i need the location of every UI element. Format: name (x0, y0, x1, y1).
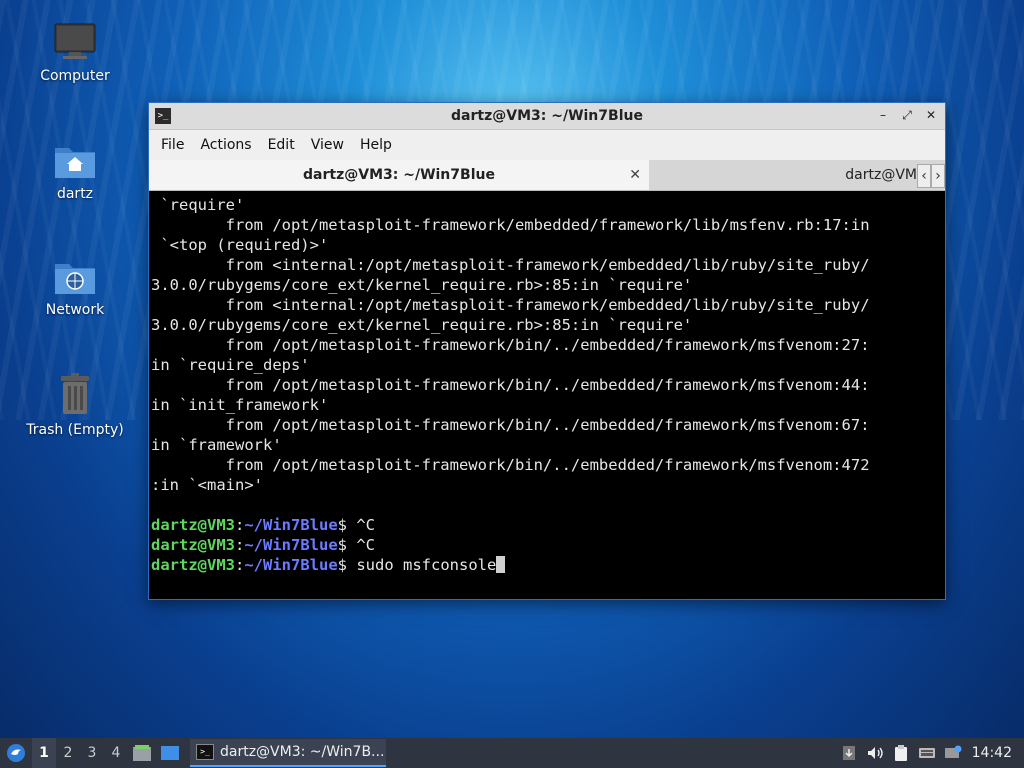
close-button[interactable]: ✕ (923, 107, 939, 123)
command-text: sudo msfconsole (356, 556, 497, 574)
prompt-path: ~/Win7Blue (244, 516, 338, 534)
prompt-path: ~/Win7Blue (244, 536, 338, 554)
terminal-line: from /opt/metasploit-framework/bin/../em… (151, 416, 870, 434)
terminal-window[interactable]: >_ dartz@VM3: ~/Win7Blue – ⤢ ✕ File Acti… (148, 102, 946, 600)
terminal-line: :in `<main>' (151, 476, 263, 494)
tab-active[interactable]: dartz@VM3: ~/Win7Blue ✕ (149, 160, 649, 190)
task-label: dartz@VM3: ~/Win7B... (220, 744, 385, 760)
keyboard-icon[interactable] (914, 738, 940, 768)
tab-label: dartz@VM3: ~/Win7Blue (303, 167, 495, 183)
workspace-4[interactable]: 4 (104, 738, 128, 768)
home-folder-icon (55, 148, 95, 178)
terminal-line: 3.0.0/rubygems/core_ext/kernel_require.r… (151, 276, 693, 294)
prompt-user: dartz@VM3 (151, 516, 235, 534)
terminal-line: in `framework' (151, 436, 282, 454)
menu-view[interactable]: View (303, 137, 352, 153)
terminal-line: from /opt/metasploit-framework/bin/../em… (151, 456, 870, 474)
menu-edit[interactable]: Edit (260, 137, 303, 153)
taskbar-terminal-task[interactable]: >_ dartz@VM3: ~/Win7B... (190, 739, 386, 767)
terminal-line: from /opt/metasploit-framework/embedded/… (151, 216, 870, 234)
desktop-icon-home[interactable]: dartz (20, 140, 130, 202)
file-manager-launcher[interactable] (128, 738, 156, 768)
terminal-line: `require' (151, 196, 245, 214)
tab-scroll-left-icon[interactable]: ‹ (917, 164, 931, 188)
desktop-icon-network[interactable]: Network (20, 256, 130, 318)
terminal-line: in `init_framework' (151, 396, 329, 414)
system-tray: 14:42 (836, 738, 1024, 768)
terminal-line: in `require_deps' (151, 356, 310, 374)
tray-updates-icon[interactable] (836, 738, 862, 768)
prompt-symbol: $ (337, 556, 357, 574)
prompt-line: dartz@VM3:~/Win7Blue$ sudo msfconsole (151, 555, 945, 575)
menubar: File Actions Edit View Help (149, 130, 945, 160)
show-desktop-icon (161, 746, 179, 760)
prompt-symbol: $ (337, 516, 357, 534)
taskbar: 1 2 3 4 >_ dartz@VM3: ~/Win7B... 14:42 (0, 738, 1024, 768)
terminal-line: `<top (required)>' (151, 236, 329, 254)
window-titlebar[interactable]: >_ dartz@VM3: ~/Win7Blue – ⤢ ✕ (149, 103, 945, 130)
command-text: ^C (356, 536, 376, 554)
terminal-task-icon: >_ (196, 744, 214, 760)
workspace-1[interactable]: 1 (32, 738, 56, 768)
clipboard-icon[interactable] (888, 738, 914, 768)
terminal-line: 3.0.0/rubygems/core_ext/kernel_require.r… (151, 316, 693, 334)
tab-scroll-right-icon[interactable]: › (931, 164, 945, 188)
command-text: ^C (356, 516, 376, 534)
prompt-symbol: $ (337, 536, 357, 554)
prompt-separator: : (235, 536, 245, 554)
file-manager-icon (133, 745, 151, 761)
desktop-icon-trash[interactable]: Trash (Empty) (20, 372, 130, 438)
desktop-icon-label: dartz (56, 186, 94, 202)
trash-icon (61, 373, 89, 414)
app-menu-icon (7, 744, 25, 762)
computer-icon (54, 23, 96, 59)
terminal-line: from /opt/metasploit-framework/bin/../em… (151, 336, 870, 354)
workspace-3[interactable]: 3 (80, 738, 104, 768)
workspace-2[interactable]: 2 (56, 738, 80, 768)
maximize-button[interactable]: ⤢ (899, 107, 915, 123)
prompt-line: dartz@VM3:~/Win7Blue$ ^C (151, 515, 945, 535)
network-folder-icon (55, 264, 95, 294)
tab-label: dartz@VM (845, 167, 917, 183)
prompt-user: dartz@VM3 (151, 536, 235, 554)
show-desktop-button[interactable] (156, 738, 184, 768)
prompt-line: dartz@VM3:~/Win7Blue$ ^C (151, 535, 945, 555)
desktop-icon-computer[interactable]: Computer (20, 22, 130, 84)
menu-actions[interactable]: Actions (192, 137, 259, 153)
tab-close-icon[interactable]: ✕ (629, 167, 641, 183)
prompt-path: ~/Win7Blue (244, 556, 338, 574)
menu-file[interactable]: File (153, 137, 192, 153)
terminal-line: from <internal:/opt/metasploit-framework… (151, 296, 870, 314)
menu-help[interactable]: Help (352, 137, 400, 153)
app-menu-button[interactable] (0, 738, 32, 768)
desktop-icon-label: Computer (40, 68, 110, 84)
terminal-line: from /opt/metasploit-framework/bin/../em… (151, 376, 870, 394)
prompt-user: dartz@VM3 (151, 556, 235, 574)
prompt-separator: : (235, 516, 245, 534)
prompt-separator: : (235, 556, 245, 574)
window-title: dartz@VM3: ~/Win7Blue (451, 108, 643, 124)
desktop-icon-label: Network (45, 302, 105, 318)
text-cursor (496, 556, 506, 573)
volume-icon[interactable] (862, 738, 888, 768)
network-tray-icon[interactable] (940, 738, 966, 768)
tab-second[interactable]: dartz@VM (649, 160, 945, 190)
minimize-button[interactable]: – (875, 107, 891, 123)
clock[interactable]: 14:42 (966, 745, 1024, 761)
terminal-output[interactable]: `require' from /opt/metasploit-framework… (151, 193, 945, 599)
desktop-icon-label: Trash (Empty) (26, 422, 124, 438)
terminal-line: from <internal:/opt/metasploit-framework… (151, 256, 870, 274)
tab-bar: dartz@VM3: ~/Win7Blue ✕ dartz@VM ‹ › (149, 160, 945, 191)
